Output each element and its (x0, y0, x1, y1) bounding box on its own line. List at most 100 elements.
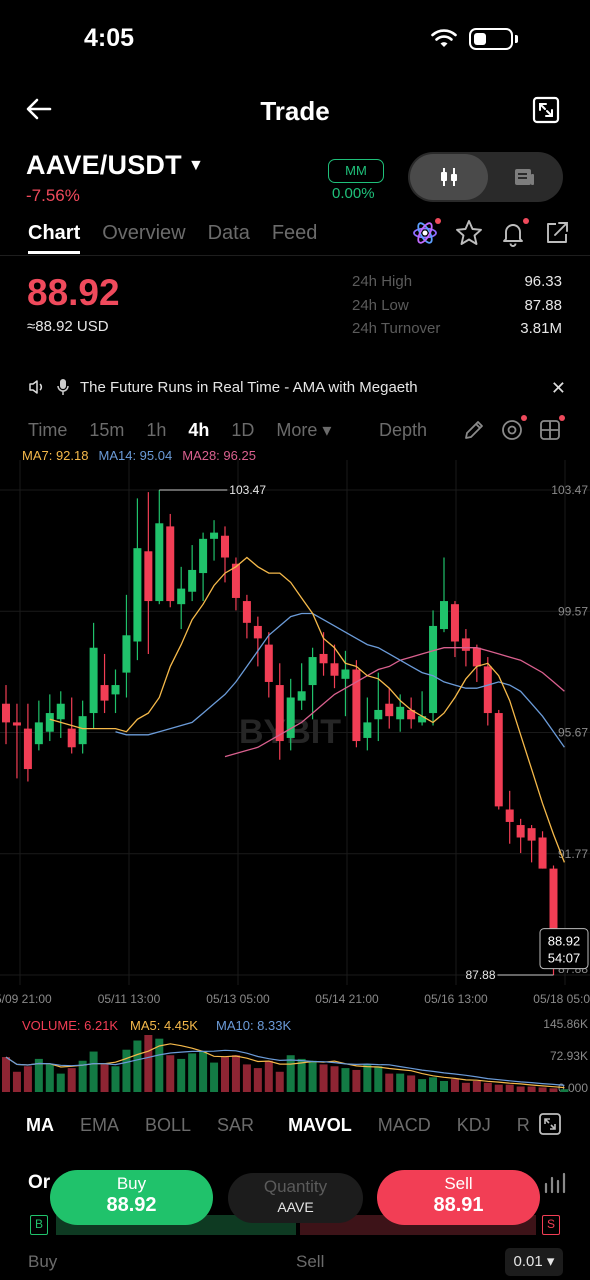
star-icon[interactable] (454, 218, 484, 248)
pair-change: -7.56% (26, 186, 80, 205)
candle-body (363, 722, 372, 738)
indicator-settings-icon[interactable] (538, 1112, 562, 1136)
buy-button[interactable]: Buy 88.92 (50, 1170, 213, 1225)
bell-icon[interactable] (498, 218, 529, 248)
candle-body (23, 728, 32, 770)
pencil-icon[interactable] (462, 418, 486, 442)
candle-body (242, 601, 251, 623)
quantity-placeholder: Quantity (263, 1177, 328, 1196)
volume-bar (330, 1066, 339, 1092)
tab-overview[interactable]: Overview (102, 222, 185, 245)
candle-body (461, 638, 470, 651)
close-icon[interactable]: ✕ (551, 378, 566, 399)
buy-label: Buy (116, 1174, 147, 1193)
tab-chart[interactable]: Chart (28, 222, 81, 254)
price-usd: ≈88.92 USD (27, 318, 109, 335)
volume-bar (144, 1035, 153, 1092)
candle-body (155, 523, 164, 602)
volume-bar (549, 1088, 558, 1092)
tab-feed[interactable]: Feed (272, 222, 318, 245)
pair-symbol[interactable]: AAVE/USDT (26, 150, 182, 181)
stat-value: 3.81M (520, 320, 562, 337)
candle-body (472, 647, 481, 667)
low-marker-label: 87.88 (465, 968, 495, 982)
candle-body (210, 532, 219, 539)
candle-body (264, 644, 273, 682)
tf-time[interactable]: Time (28, 420, 67, 441)
ticker-stats: 24h High 96.33 24h Low 87.88 24h Turnove… (352, 273, 562, 344)
view-toggle[interactable] (408, 152, 563, 202)
price-chart[interactable]: 103.4799.5795.6791.7787.8805/09 21:0005/… (0, 460, 590, 1100)
settings-icon[interactable] (500, 415, 527, 442)
battery-icon (469, 28, 513, 50)
tf-1h[interactable]: 1h (146, 420, 166, 441)
announcement-bar[interactable]: The Future Runs in Real Time - AMA with … (28, 378, 418, 396)
tab-data[interactable]: Data (208, 222, 250, 245)
volume-bar (264, 1060, 273, 1092)
volume-bar (133, 1040, 142, 1092)
tabs-divider (0, 255, 590, 256)
volume-bar (319, 1064, 328, 1092)
candle-body (166, 526, 175, 602)
ind-boll[interactable]: BOLL (145, 1115, 191, 1136)
volume-bar (440, 1080, 448, 1092)
ai-atom-icon[interactable] (410, 218, 441, 248)
candle-body (483, 666, 492, 714)
volume-bar (407, 1075, 416, 1092)
mm-badge[interactable]: MM (328, 159, 384, 183)
sell-button[interactable]: Sell 88.91 (377, 1170, 540, 1225)
candle-body (89, 647, 98, 714)
last-price: 88.92 (27, 272, 120, 313)
candle-body (505, 809, 514, 822)
volume-bar (242, 1064, 251, 1092)
ind-macd[interactable]: MACD (378, 1115, 431, 1136)
tf-4h[interactable]: 4h (188, 420, 209, 441)
volume-bar (472, 1080, 481, 1092)
ind-sar[interactable]: SAR (217, 1115, 254, 1136)
order-label: Or (28, 1172, 51, 1193)
order-view-button[interactable] (487, 154, 561, 200)
volume-bar (385, 1073, 394, 1092)
volume-bar (352, 1069, 361, 1092)
quantity-input[interactable]: Quantity AAVE (228, 1173, 363, 1223)
candle-body (341, 669, 350, 679)
fullscreen-icon[interactable] (532, 96, 560, 124)
share-icon[interactable] (542, 218, 572, 248)
candle-body (385, 703, 394, 717)
volume-bar (199, 1051, 208, 1092)
ind-kdj[interactable]: KDJ (457, 1115, 491, 1136)
volume-bar (2, 1057, 10, 1092)
volume-legend: VOLUME: 6.21K (22, 1018, 118, 1033)
candle-body (297, 691, 306, 701)
y-tick-label: 95.67 (558, 726, 588, 740)
pair-dropdown-icon[interactable]: ▼ (188, 157, 204, 175)
ind-ma[interactable]: MA (26, 1115, 54, 1136)
candle-body (2, 703, 10, 723)
candle-body (494, 713, 503, 807)
ind-r[interactable]: R (517, 1115, 530, 1136)
volume-bar (122, 1049, 131, 1092)
orderbook-buy-label: Buy (28, 1252, 58, 1271)
bar-chart-icon[interactable] (542, 1170, 568, 1196)
candlestick-icon (441, 168, 457, 186)
tf-1d[interactable]: 1D (231, 420, 254, 441)
candle-body (286, 697, 295, 738)
candle-body (56, 703, 65, 720)
candle-view-button[interactable] (410, 154, 488, 200)
ind-mavol[interactable]: MAVOL (288, 1115, 352, 1136)
price-step-select[interactable]: 0.01 ▾ (505, 1248, 563, 1276)
candle-body (527, 828, 536, 841)
buy-price: 88.92 (106, 1194, 157, 1216)
grid-layout-icon[interactable] (538, 415, 565, 442)
speaker-icon (29, 380, 43, 394)
tf-more[interactable]: More ▾ (276, 420, 331, 441)
y-tick-label: 99.57 (558, 604, 588, 618)
candle-body (199, 538, 208, 574)
volume-bar (23, 1066, 32, 1092)
candle-body (319, 653, 328, 664)
stat-value: 96.33 (524, 273, 562, 290)
depth-button[interactable]: Depth (379, 420, 427, 441)
ind-ema[interactable]: EMA (80, 1115, 119, 1136)
tf-15m[interactable]: 15m (89, 420, 124, 441)
candle-body (188, 569, 197, 592)
